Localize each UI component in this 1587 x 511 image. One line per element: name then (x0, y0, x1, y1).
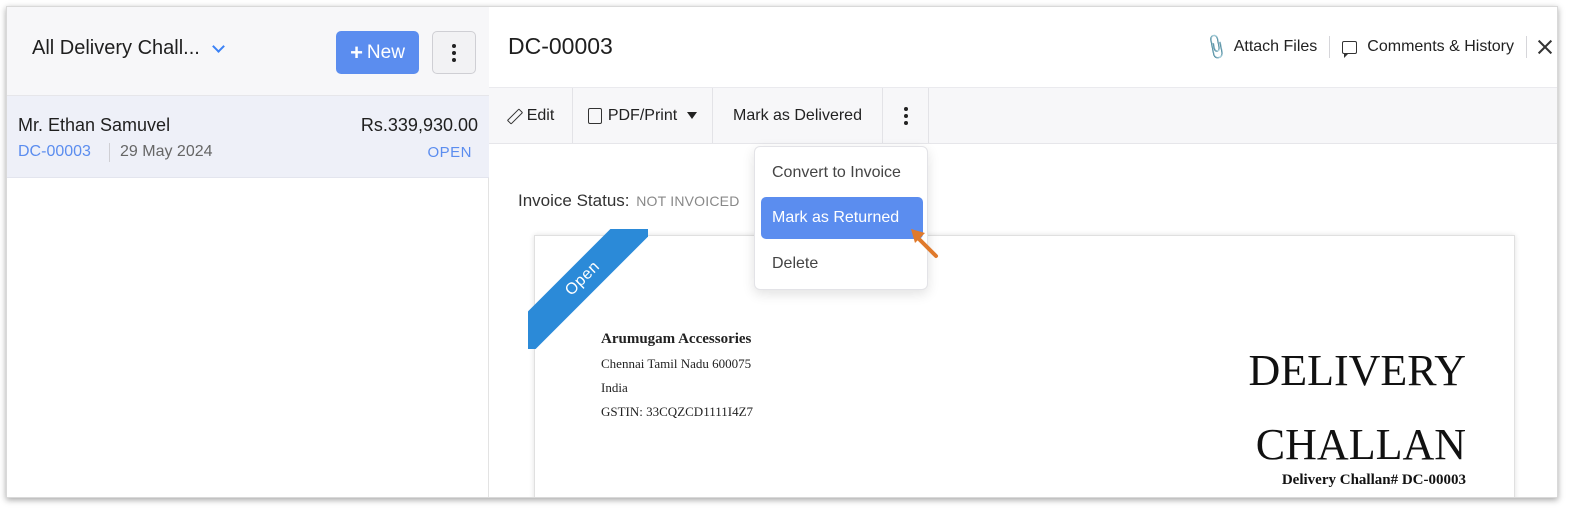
address-country: India (601, 380, 628, 395)
attach-files-label: Attach Files (1233, 38, 1318, 55)
document-heading: DELIVERY CHALLAN (1248, 334, 1466, 482)
invoice-status-label: Invoice Status: (518, 191, 630, 210)
challan-number: DC-00003 (18, 143, 91, 160)
mark-delivered-button[interactable]: Mark as Delivered (713, 88, 883, 143)
challan-date: 29 May 2024 (120, 143, 213, 160)
menu-item-convert-to-invoice[interactable]: Convert to Invoice (761, 152, 923, 194)
comment-icon (1342, 40, 1358, 58)
gstin: GSTIN: 33CQZCD1111I4Z7 (601, 404, 754, 419)
status-badge: OPEN (427, 144, 472, 161)
top-actions: 📎 Attach Files Comments & History (1202, 32, 1557, 61)
list-pane: All Delivery Chall... + New Mr. Ethan Sa… (7, 7, 489, 497)
status-ribbon: Open (528, 229, 648, 349)
ribbon-label: Open (528, 229, 648, 349)
new-button[interactable]: + New (336, 31, 419, 74)
amount: Rs.339,930.00 (360, 115, 478, 135)
page-title: DC-00003 (508, 33, 613, 59)
new-button-label: New (366, 41, 405, 63)
mark-delivered-label: Mark as Delivered (733, 106, 862, 124)
list-header: All Delivery Chall... + New (7, 7, 489, 96)
list-more-button[interactable] (432, 31, 476, 74)
toolbar-more-button[interactable] (883, 88, 929, 143)
heading-line: CHALLAN (1255, 420, 1466, 469)
chevron-down-icon (211, 40, 225, 53)
comments-history-label: Comments & History (1367, 38, 1514, 55)
divider (109, 143, 110, 162)
more-vertical-icon (903, 106, 908, 125)
heading-line: DELIVERY (1248, 346, 1466, 395)
comments-history-button[interactable]: Comments & History (1330, 38, 1526, 58)
pdf-icon (587, 107, 602, 124)
menu-item-delete[interactable]: Delete (761, 243, 923, 285)
document-number: Delivery Challan# DC-00003 (1281, 472, 1466, 488)
invoice-status-value: NOT INVOICED (636, 193, 740, 209)
close-icon[interactable] (1531, 33, 1557, 61)
paperclip-icon: 📎 (1202, 32, 1232, 61)
address-line: Chennai Tamil Nadu 600075 (601, 356, 752, 371)
pdf-print-button[interactable]: PDF/Print (573, 88, 713, 143)
invoice-status: Invoice Status: NOT INVOICED (518, 191, 740, 211)
view-title: All Delivery Chall... (32, 37, 200, 59)
attach-files-button[interactable]: 📎 Attach Files (1202, 32, 1329, 61)
app-window: All Delivery Chall... + New Mr. Ethan Sa… (6, 6, 1558, 498)
plus-icon: + (350, 39, 363, 65)
document-preview: Arumugam Accessories Chennai Tamil Nadu … (534, 235, 1515, 497)
customer-name: Mr. Ethan Samuvel (18, 115, 171, 135)
divider (1526, 36, 1527, 58)
pdf-print-label: PDF/Print (607, 106, 678, 124)
view-selector[interactable]: All Delivery Chall... (32, 37, 225, 60)
pointer-arrow-icon (911, 229, 938, 258)
list-item[interactable]: Mr. Ethan Samuvel Rs.339,930.00 DC-00003… (7, 96, 489, 178)
detail-pane: DC-00003 📎 Attach Files Comments & Histo… (489, 7, 1557, 497)
pencil-icon (507, 109, 521, 123)
edit-label: Edit (526, 106, 555, 124)
more-vertical-icon (452, 43, 456, 62)
more-menu: Convert to Invoice Mark as Returned Dele… (754, 146, 928, 290)
menu-item-mark-as-returned[interactable]: Mark as Returned (761, 197, 923, 239)
edit-button[interactable]: Edit (489, 88, 573, 143)
caret-down-icon (687, 112, 698, 119)
toolbar: Edit PDF/Print Mark as Delivered (489, 87, 1557, 144)
